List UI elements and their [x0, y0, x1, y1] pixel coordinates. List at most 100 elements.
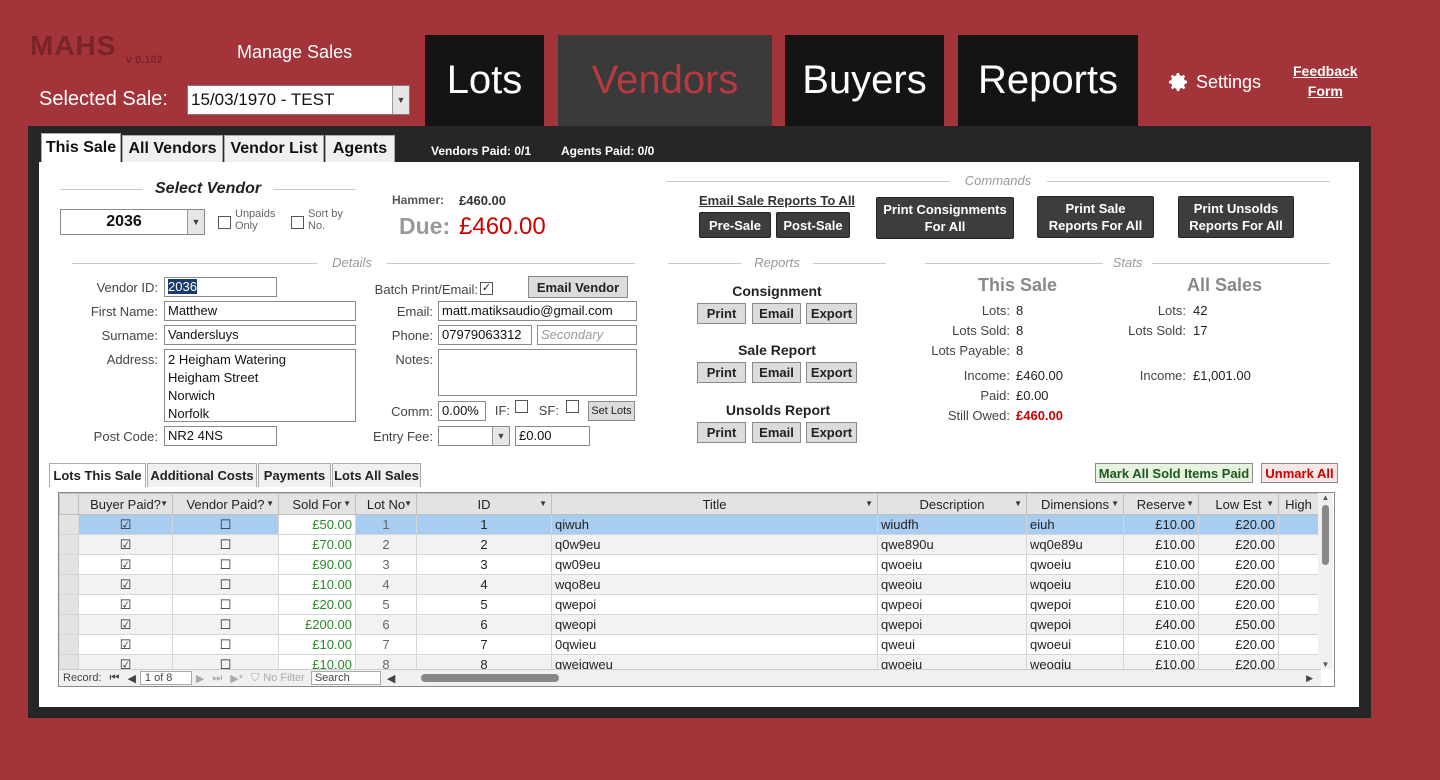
column-header[interactable]: Title ▼ [551, 493, 878, 515]
cell-low[interactable]: £20.00 [1198, 534, 1279, 555]
nav-tab-buyers[interactable]: Buyers [785, 35, 944, 126]
column-header[interactable]: Lot No ▼ [355, 493, 417, 515]
cell-id[interactable]: 6 [416, 614, 552, 635]
cell-buyer[interactable]: ☑ [78, 574, 173, 595]
feedback-form-link[interactable]: Feedback Form [1293, 61, 1358, 101]
cell-high[interactable] [1278, 514, 1319, 535]
comm-field[interactable]: 0.00% [438, 401, 486, 421]
cell-low[interactable]: £20.00 [1198, 514, 1279, 535]
tab-agents[interactable]: Agents [325, 135, 395, 162]
filter-icon[interactable]: ⛉ [247, 672, 263, 685]
selected-sale-dropdown[interactable]: 15/03/1970 - TEST ▼ [187, 85, 410, 115]
table-row[interactable]: ☑ ☐ £20.00 5 5 qwepoi qwpeoi qwepoi £10.00 £20.00 [59, 594, 1319, 615]
entry-fee-field[interactable]: £0.00 [515, 426, 590, 446]
cell-title[interactable]: q0w9eu [551, 534, 878, 555]
column-dropdown-icon[interactable]: ▼ [539, 499, 547, 508]
row-selector[interactable] [59, 554, 79, 575]
cell-desc[interactable]: qwepoi [877, 614, 1027, 635]
cell-desc[interactable]: qwe890u [877, 534, 1027, 555]
cell-vendor[interactable]: ☐ [172, 634, 279, 655]
cell-dim[interactable]: wqoeiu [1026, 574, 1124, 595]
no-filter-label[interactable]: No Filter [263, 672, 311, 684]
cell-sold[interactable]: £70.00 [278, 534, 356, 555]
column-dropdown-icon[interactable]: ▼ [343, 499, 351, 508]
column-dropdown-icon[interactable]: ▼ [1186, 499, 1194, 508]
cell-buyer[interactable]: ☑ [78, 534, 173, 555]
column-header[interactable]: Buyer Paid? ▼ [78, 493, 173, 515]
email-vendor-button[interactable]: Email Vendor [528, 276, 628, 298]
print-sale-reports-all-button[interactable]: Print Sale Reports For All [1037, 196, 1154, 238]
column-header[interactable]: Low Est ▼ [1198, 493, 1279, 515]
column-header[interactable]: Vendor Paid? ▼ [172, 493, 279, 515]
cell-sold[interactable]: £10.00 [278, 574, 356, 595]
unsolds-export-button[interactable]: Export [806, 422, 857, 443]
print-unsolds-all-button[interactable]: Print Unsolds Reports For All [1178, 196, 1294, 238]
sale-report-export-button[interactable]: Export [806, 362, 857, 383]
cell-id[interactable]: 5 [416, 594, 552, 615]
cell-title[interactable]: qweopi [551, 614, 878, 635]
cell-high[interactable] [1278, 614, 1319, 635]
cell-sold[interactable]: £10.00 [278, 634, 356, 655]
table-row[interactable]: ☑ ☐ £90.00 3 3 qw09eu qwoeiu qwoeiu £10.00 £20.00 [59, 554, 1319, 575]
cell-sold[interactable]: £50.00 [278, 514, 356, 535]
cell-high[interactable] [1278, 554, 1319, 575]
consignment-email-button[interactable]: Email [752, 303, 801, 324]
vertical-scroll-thumb[interactable] [1322, 505, 1329, 565]
cell-high[interactable] [1278, 594, 1319, 615]
cell-dim[interactable]: qwoeiu [1026, 554, 1124, 575]
phone-field[interactable]: 07979063312 [438, 325, 532, 345]
cell-reserve[interactable]: £10.00 [1123, 534, 1199, 555]
cell-id[interactable]: 7 [416, 634, 552, 655]
scroll-left-icon[interactable]: ◀ [381, 672, 401, 685]
unsolds-email-button[interactable]: Email [752, 422, 801, 443]
cell-low[interactable]: £20.00 [1198, 594, 1279, 615]
set-lots-button[interactable]: Set Lots [588, 401, 635, 421]
nav-tab-reports[interactable]: Reports [958, 35, 1138, 126]
cell-lot[interactable]: 5 [355, 594, 417, 615]
column-header[interactable]: Description ▼ [877, 493, 1027, 515]
cell-id[interactable]: 2 [416, 534, 552, 555]
cell-lot[interactable]: 6 [355, 614, 417, 635]
email-field[interactable]: matt.matiksaudio@gmail.com [438, 301, 637, 321]
scroll-down-icon[interactable]: ▼ [1318, 660, 1333, 669]
cell-id[interactable]: 3 [416, 554, 552, 575]
row-selector[interactable] [59, 534, 79, 555]
table-row[interactable]: ☑ ☐ £200.00 6 6 qweopi qwepoi qwepoi £40.00 £50.0… [59, 614, 1319, 635]
search-field[interactable]: Search [310, 671, 381, 685]
cell-dim[interactable]: qwepoi [1026, 594, 1124, 615]
cell-buyer[interactable]: ☑ [78, 634, 173, 655]
cell-sold[interactable]: £20.00 [278, 594, 356, 615]
tab-vendor-list[interactable]: Vendor List [224, 135, 324, 162]
chevron-down-icon[interactable]: ▼ [492, 427, 509, 445]
print-consignments-all-button[interactable]: Print Consignments For All [876, 197, 1014, 239]
cell-id[interactable]: 4 [416, 574, 552, 595]
sort-by-no-checkbox[interactable] [291, 216, 304, 229]
new-record-icon[interactable]: ▶* [226, 672, 247, 685]
pre-sale-button[interactable]: Pre-Sale [699, 212, 771, 238]
consignment-print-button[interactable]: Print [697, 303, 746, 324]
cell-vendor[interactable]: ☐ [172, 614, 279, 635]
cell-desc[interactable]: qwpeoi [877, 594, 1027, 615]
secondary-phone-field[interactable]: Secondary [537, 325, 637, 345]
cell-buyer[interactable]: ☑ [78, 554, 173, 575]
next-record-icon[interactable]: ▶ [192, 672, 208, 685]
cell-lot[interactable]: 2 [355, 534, 417, 555]
column-header[interactable]: Reserve ▼ [1123, 493, 1199, 515]
cell-desc[interactable]: qweoiu [877, 574, 1027, 595]
address-field[interactable]: 2 Heigham Watering Heigham Street Norwich N… [164, 349, 356, 422]
cell-reserve[interactable]: £40.00 [1123, 614, 1199, 635]
cell-dim[interactable]: qwoeui [1026, 634, 1124, 655]
subtab-additional-costs[interactable]: Additional Costs [147, 463, 257, 487]
column-header[interactable]: Sold For ▼ [278, 493, 356, 515]
table-row[interactable]: ☑ ☐ £70.00 2 2 q0w9eu qwe890u wq0e89u £10.00 £20.… [59, 534, 1319, 555]
cell-dim[interactable]: eiuh [1026, 514, 1124, 535]
row-selector[interactable] [59, 594, 79, 615]
batch-print-checkbox[interactable]: ✓ [480, 282, 493, 295]
row-selector[interactable] [59, 634, 79, 655]
tab-all-vendors[interactable]: All Vendors [122, 135, 223, 162]
column-dropdown-icon[interactable]: ▼ [160, 499, 168, 508]
cell-lot[interactable]: 1 [355, 514, 417, 535]
cell-buyer[interactable]: ☑ [78, 614, 173, 635]
unsolds-print-button[interactable]: Print [697, 422, 746, 443]
row-selector[interactable] [59, 514, 79, 535]
